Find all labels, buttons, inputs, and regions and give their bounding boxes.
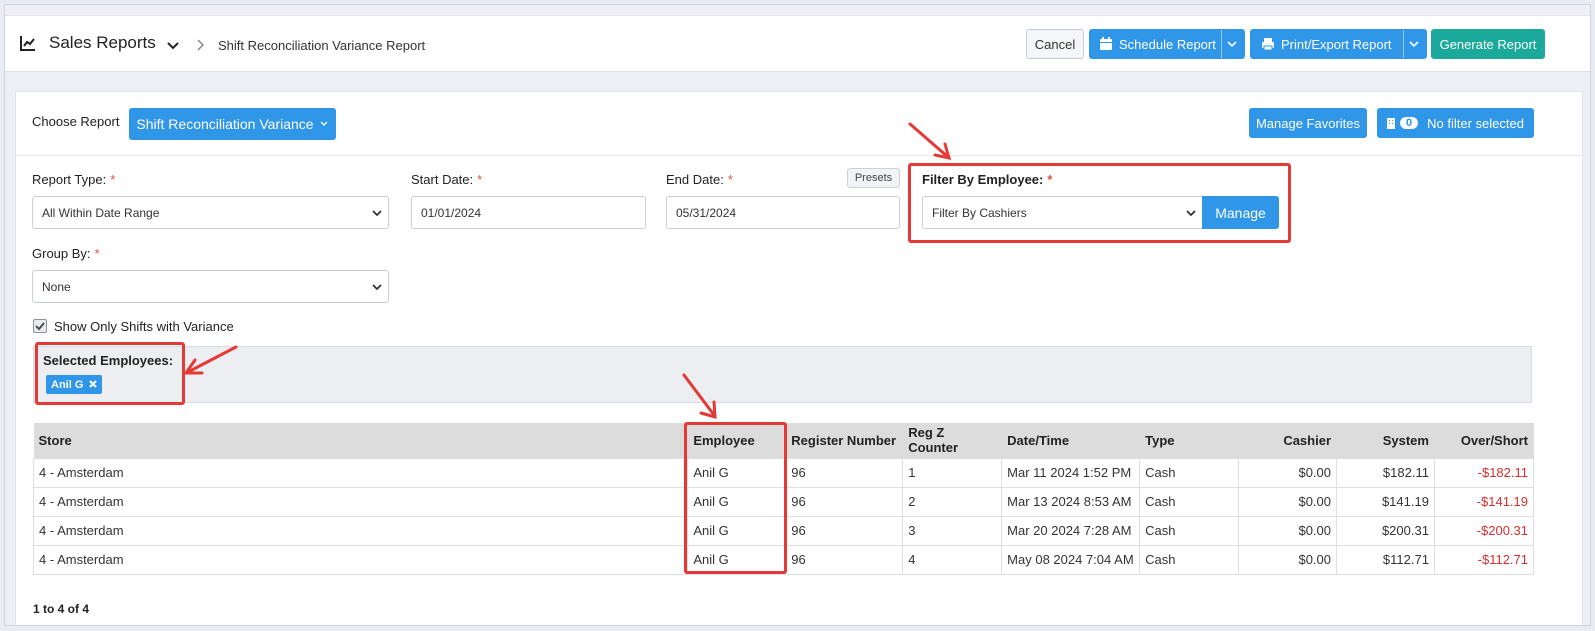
schedule-report-label: Schedule Report: [1119, 36, 1216, 52]
table-cell: Cash: [1139, 486, 1240, 517]
table-cell: 1: [902, 457, 1003, 488]
printer-icon: [1262, 38, 1274, 51]
start-date-input[interactable]: 01/01/2024: [411, 196, 646, 229]
table-cell: 4 - Amsterdam: [32, 544, 689, 575]
divider: [16, 155, 1582, 156]
generate-report-button[interactable]: Generate Report: [1431, 29, 1545, 59]
chevron-down-icon[interactable]: [167, 40, 179, 52]
col-type[interactable]: Type: [1139, 423, 1240, 458]
report-type-label: Report Type: *: [32, 172, 115, 187]
report-type-label-text: Report Type:: [32, 172, 107, 187]
col-store[interactable]: Store: [33, 423, 689, 458]
table-cell: Mar 20 2024 7:28 AM: [1001, 515, 1141, 546]
filter-status-button[interactable]: 0 No filter selected: [1377, 108, 1534, 138]
table-cell: $0.00: [1238, 515, 1338, 546]
filter-status-label: No filter selected: [1427, 115, 1524, 131]
table-cell: Mar 13 2024 8:53 AM: [1001, 486, 1141, 517]
table-cell: Cash: [1139, 515, 1240, 546]
col-register-number[interactable]: Register Number: [785, 423, 904, 458]
table-cell: $112.71: [1336, 544, 1435, 575]
annotation-employee-column-box: [684, 422, 787, 574]
chevron-down-icon[interactable]: [1408, 37, 1420, 51]
table-cell: May 08 2024 7:04 AM: [1001, 544, 1141, 575]
report-type-value: All Within Date Range: [42, 205, 160, 220]
presets-button[interactable]: Presets: [847, 168, 900, 188]
end-date-label-text: End Date:: [666, 172, 724, 187]
end-date-input[interactable]: 05/31/2024: [666, 196, 900, 229]
group-by-label: Group By: *: [32, 246, 100, 261]
chevron-down-icon[interactable]: [1226, 37, 1238, 51]
variance-checkbox-label[interactable]: Show Only Shifts with Variance: [54, 319, 234, 334]
table-cell: $0.00: [1238, 457, 1338, 488]
button-divider: [1403, 30, 1404, 58]
table-cell: 4: [902, 544, 1003, 575]
cancel-button[interactable]: Cancel: [1026, 29, 1084, 59]
table-cell: -$182.11: [1433, 457, 1535, 488]
print-export-button[interactable]: Print/Export Report: [1250, 29, 1427, 59]
table-cell: 96: [785, 486, 904, 517]
table-cell: $0.00: [1238, 544, 1338, 575]
table-cell: 96: [785, 457, 904, 488]
chevron-down-icon: [320, 121, 328, 126]
pagination-summary: 1 to 4 of 4: [33, 602, 90, 616]
table-cell: 4 - Amsterdam: [32, 486, 689, 517]
table-cell: 96: [785, 544, 904, 575]
start-date-label: Start Date: *: [411, 172, 482, 187]
variance-checkbox[interactable]: [33, 319, 47, 333]
required-marker: *: [94, 246, 100, 261]
table-cell: Mar 11 2024 1:52 PM: [1001, 457, 1141, 488]
col-over-short[interactable]: Over/Short: [1434, 423, 1535, 458]
report-panel: Choose Report Shift Reconciliation Varia…: [15, 91, 1583, 625]
table-cell: 4 - Amsterdam: [32, 457, 689, 488]
filter-count-badge: 0: [1400, 117, 1419, 129]
schedule-report-button[interactable]: Schedule Report: [1089, 29, 1245, 59]
choose-report-dropdown[interactable]: Shift Reconciliation Variance: [129, 108, 336, 140]
chevron-down-icon: [372, 284, 382, 291]
col-system[interactable]: System: [1336, 423, 1435, 458]
table-cell: -$141.19: [1433, 486, 1535, 517]
col-cashier[interactable]: Cashier: [1238, 423, 1338, 458]
choose-report-label: Choose Report: [32, 114, 120, 129]
table-cell: 4 - Amsterdam: [32, 515, 689, 546]
button-divider: [1221, 30, 1222, 58]
print-export-label: Print/Export Report: [1281, 36, 1392, 52]
table-cell: $200.31: [1336, 515, 1435, 546]
required-marker: *: [477, 172, 483, 187]
col-date-time[interactable]: Date/Time: [1001, 423, 1141, 458]
table-cell: Cash: [1139, 457, 1240, 488]
app-window: Sales Reports Shift Reconciliation Varia…: [4, 4, 1591, 626]
building-icon: [1387, 118, 1395, 129]
group-by-value: None: [42, 279, 71, 294]
page-title[interactable]: Sales Reports: [49, 33, 156, 53]
col-reg-z-counter[interactable]: Reg Z Counter: [902, 423, 1003, 458]
table-cell: 3: [902, 515, 1003, 546]
group-by-label-text: Group By:: [32, 246, 91, 261]
required-marker: *: [110, 172, 116, 187]
start-date-label-text: Start Date:: [411, 172, 474, 187]
table-cell: $141.19: [1336, 486, 1435, 517]
table-cell: Cash: [1139, 544, 1240, 575]
calendar-icon: [1100, 37, 1112, 50]
table-cell: 2: [902, 486, 1003, 517]
choose-report-value: Shift Reconciliation Variance: [136, 116, 314, 132]
annotation-filter-box: [908, 163, 1291, 243]
report-type-select[interactable]: All Within Date Range: [32, 196, 389, 229]
table-cell: $0.00: [1238, 486, 1338, 517]
table-cell: -$112.71: [1433, 544, 1535, 575]
breadcrumb-current: Shift Reconciliation Variance Report: [218, 38, 426, 53]
top-bar: Sales Reports Shift Reconciliation Varia…: [5, 15, 1590, 72]
line-chart-icon: [20, 36, 35, 51]
manage-favorites-button[interactable]: Manage Favorites: [1249, 108, 1367, 138]
table-cell: 96: [785, 515, 904, 546]
end-date-label: End Date: *: [666, 172, 733, 187]
table-cell: $182.11: [1336, 457, 1435, 488]
table-cell: -$200.31: [1433, 515, 1535, 546]
group-by-select[interactable]: None: [32, 270, 389, 303]
check-icon: [35, 322, 45, 331]
chevron-right-icon: [197, 39, 205, 51]
selected-employees-panel: Selected Employees: Anil G: [33, 346, 1532, 403]
chevron-down-icon: [372, 210, 382, 217]
annotation-selected-box: [35, 342, 185, 405]
required-marker: *: [727, 172, 733, 187]
